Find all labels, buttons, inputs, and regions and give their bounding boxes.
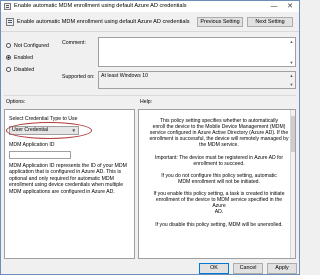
- radio-disabled[interactable]: Disabled: [6, 66, 34, 73]
- supported-on-label: Supported on:: [62, 74, 95, 80]
- radio-label: Disabled: [14, 66, 35, 73]
- scroll-down-icon[interactable]: ▼: [289, 82, 294, 87]
- help-section-label: Help:: [140, 99, 153, 105]
- mdm-app-id-input[interactable]: [9, 151, 71, 159]
- scroll-up-icon[interactable]: ▲: [289, 39, 294, 44]
- section-divider: [4, 95, 296, 96]
- previous-setting-button[interactable]: Previous Setting: [197, 17, 243, 27]
- apply-button[interactable]: Apply: [267, 263, 297, 274]
- radio-button[interactable]: [6, 55, 11, 60]
- policy-setting-icon: [6, 18, 14, 26]
- radio-label: Enabled: [14, 54, 34, 61]
- highlight-annotation: [6, 122, 92, 139]
- comment-textarea[interactable]: ▲ ▼: [98, 37, 296, 67]
- title-bar[interactable]: Enable automatic MDM enrollment using de…: [1, 1, 299, 12]
- help-scrollbar[interactable]: [290, 110, 295, 258]
- window-title: Enable automatic MDM enrollment using de…: [14, 3, 187, 9]
- mdm-app-id-label: MDM Application ID: [9, 142, 55, 148]
- help-panel: This policy setting specifies whether to…: [138, 109, 296, 259]
- policy-dialog-window: Enable automatic MDM enrollment using de…: [0, 0, 300, 275]
- close-button[interactable]: ✕: [283, 2, 297, 11]
- help-text: This policy setting specifies whether to…: [149, 118, 289, 228]
- options-section-label: Options:: [6, 99, 26, 105]
- radio-not-configured[interactable]: Not Configured: [6, 42, 49, 49]
- minimize-button[interactable]: —: [267, 2, 281, 11]
- supported-on-value: At least Windows 10: [101, 73, 148, 79]
- scroll-up-icon[interactable]: ▲: [289, 73, 294, 78]
- supported-on-field: At least Windows 10 ▲ ▼: [98, 71, 296, 89]
- scroll-down-icon[interactable]: ▼: [289, 60, 294, 65]
- policy-icon: [4, 3, 11, 10]
- radio-button[interactable]: [6, 67, 11, 72]
- comment-label: Comment:: [62, 40, 86, 46]
- next-setting-button[interactable]: Next Setting: [247, 17, 293, 27]
- options-panel: Select Credential Type to Use User Crede…: [4, 109, 135, 259]
- scrollbar-thumb[interactable]: [291, 116, 295, 152]
- radio-button[interactable]: [6, 43, 11, 48]
- radio-label: Not Configured: [14, 42, 49, 49]
- cancel-button[interactable]: Cancel: [233, 263, 263, 274]
- policy-title: Enable automatic MDM enrollment using de…: [17, 19, 190, 25]
- radio-enabled[interactable]: Enabled: [6, 54, 33, 61]
- mdm-app-id-description: MDM Application ID represents the ID of …: [9, 163, 127, 195]
- ok-button[interactable]: OK: [199, 263, 229, 274]
